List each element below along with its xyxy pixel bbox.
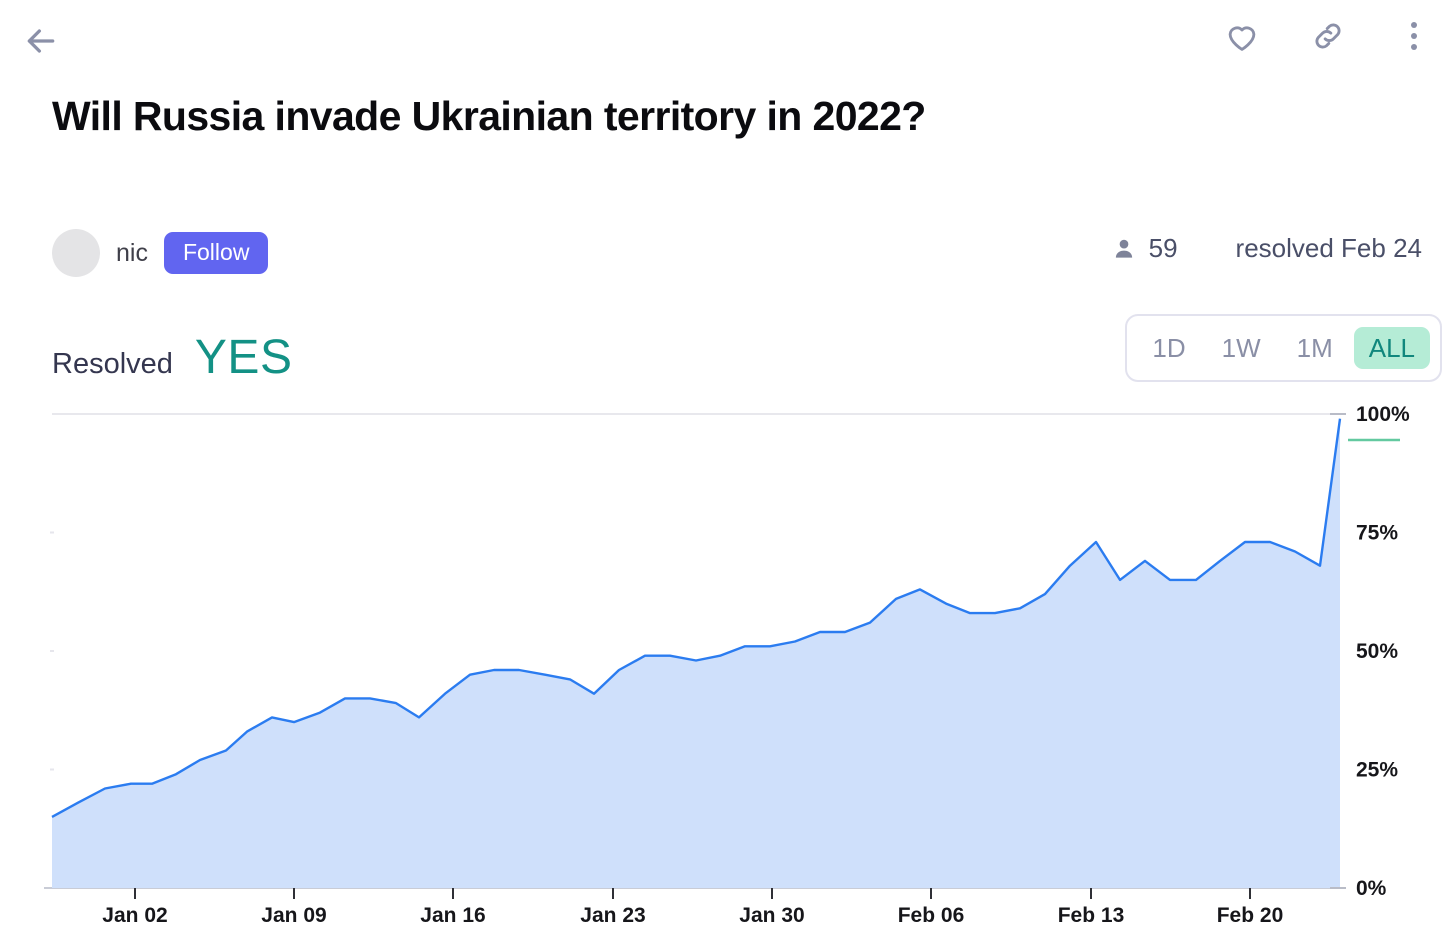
back-button[interactable] — [18, 18, 64, 64]
time-range-selector: 1D 1W 1M ALL — [1125, 314, 1442, 382]
x-axis-tick-label: Jan 16 — [420, 904, 485, 927]
range-button-all[interactable]: ALL — [1353, 327, 1430, 369]
back-arrow-icon — [27, 29, 55, 53]
kebab-menu-icon — [1411, 22, 1417, 50]
more-options-button[interactable] — [1394, 16, 1434, 56]
page-title: Will Russia invade Ukrainian territory i… — [52, 93, 926, 139]
y-axis-tick-label: 75% — [1356, 522, 1398, 545]
x-axis-tick-label: Feb 13 — [1058, 904, 1125, 927]
avatar[interactable] — [52, 229, 100, 277]
follow-button[interactable]: Follow — [163, 231, 269, 275]
x-axis-tick-label: Jan 30 — [739, 904, 804, 927]
traders-stat: 59 — [1111, 233, 1178, 264]
x-axis-tick-label: Jan 09 — [261, 904, 326, 927]
resolution-outcome: YES — [194, 331, 293, 384]
resolved-label: Resolved — [52, 348, 173, 380]
x-axis-ticks: Jan 02 Jan 09 Jan 16 Jan 23 Jan 30 Feb 06 Feb … — [102, 888, 1283, 927]
y-axis-tick-label: 25% — [1356, 759, 1398, 782]
x-axis-tick-label: Jan 02 — [102, 904, 167, 927]
chart-area-fill — [52, 418, 1340, 888]
x-axis-tick-label: Feb 20 — [1217, 904, 1284, 927]
link-icon — [1315, 23, 1341, 49]
x-axis-tick-label: Jan 23 — [580, 904, 645, 927]
chart-svg: 0% 25% 50% 75% 100% Jan 02 Jan 09 Jan 16 Jan 23… — [44, 403, 1410, 927]
resolved-date: resolved Feb 24 — [1235, 233, 1422, 263]
person-icon — [1115, 239, 1132, 258]
probability-chart[interactable]: 0% 25% 50% 75% 100% Jan 02 Jan 09 Jan 16 Jan 23… — [0, 398, 1454, 932]
range-button-1w[interactable]: 1W — [1207, 327, 1276, 369]
range-button-1m[interactable]: 1M — [1282, 327, 1348, 369]
x-axis-tick-label: Feb 06 — [898, 904, 965, 927]
author-row: nic Follow — [52, 229, 269, 277]
market-page: Will Russia invade Ukrainian territory i… — [0, 0, 1454, 932]
range-button-1d[interactable]: 1D — [1137, 327, 1200, 369]
heart-icon — [1228, 26, 1256, 51]
y-axis-tick-label: 100% — [1356, 403, 1410, 426]
top-bar — [0, 0, 1454, 82]
top-action-buttons — [1222, 16, 1434, 56]
y-axis-tick-label: 50% — [1356, 640, 1398, 663]
like-button[interactable] — [1222, 16, 1262, 56]
copy-link-button[interactable] — [1308, 16, 1348, 56]
y-axis-tick-label: 0% — [1356, 877, 1387, 900]
resolution-row: Resolved YES — [52, 330, 292, 385]
market-stats: 59 resolved Feb 24 — [1111, 233, 1422, 264]
traders-count: 59 — [1148, 233, 1178, 263]
author-name[interactable]: nic — [116, 239, 148, 268]
